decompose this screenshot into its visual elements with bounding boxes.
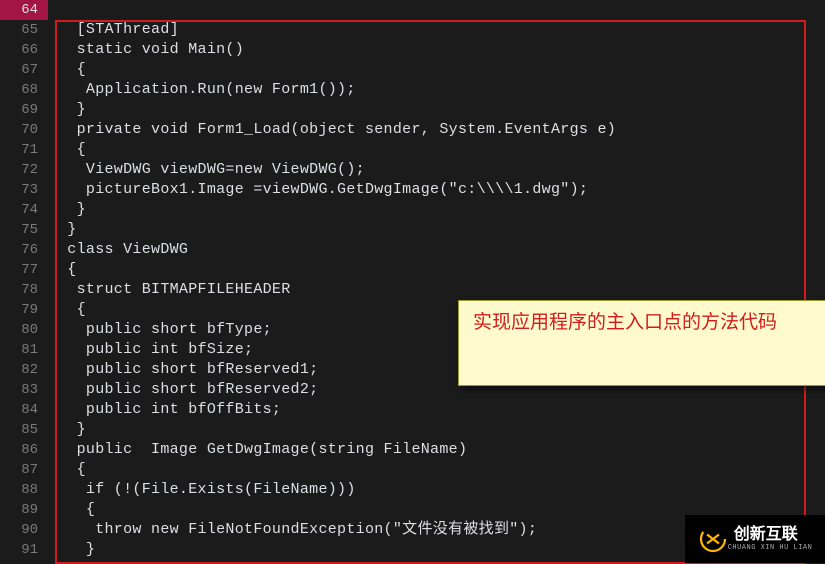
code-line[interactable]: } [48,420,825,440]
brand-logo: 创新互联 CHUANG XIN HU LIAN [685,515,825,563]
line-number: 78 [0,280,48,300]
code-line[interactable]: { [48,260,825,280]
code-line[interactable]: Application.Run(new Form1()); [48,80,825,100]
logo-icon [698,524,728,554]
code-content-area[interactable]: [STAThread] static void Main() { Applica… [48,0,825,563]
line-number-gutter: 6465666768697071727374757677787980818283… [0,0,48,563]
code-line[interactable]: [STAThread] [48,20,825,40]
code-line[interactable]: class ViewDWG [48,240,825,260]
line-number: 70 [0,120,48,140]
line-number: 81 [0,340,48,360]
line-number: 83 [0,380,48,400]
line-number: 72 [0,160,48,180]
line-number: 80 [0,320,48,340]
line-number: 69 [0,100,48,120]
line-number: 90 [0,520,48,540]
line-number: 64 [0,0,48,20]
code-line[interactable]: } [48,100,825,120]
line-number: 73 [0,180,48,200]
code-line[interactable]: ViewDWG viewDWG=new ViewDWG(); [48,160,825,180]
line-number: 91 [0,540,48,560]
line-number: 88 [0,480,48,500]
code-line[interactable]: private void Form1_Load(object sender, S… [48,120,825,140]
line-number: 71 [0,140,48,160]
line-number: 76 [0,240,48,260]
logo-text-main: 创新互联 [734,526,798,543]
code-line[interactable]: public int bfOffBits; [48,400,825,420]
code-line[interactable]: static void Main() [48,40,825,60]
line-number: 68 [0,80,48,100]
line-number: 89 [0,500,48,520]
line-number: 86 [0,440,48,460]
code-line[interactable]: struct BITMAPFILEHEADER [48,280,825,300]
line-number: 85 [0,420,48,440]
code-line[interactable]: if (!(File.Exists(FileName))) [48,480,825,500]
line-number: 84 [0,400,48,420]
code-editor: 6465666768697071727374757677787980818283… [0,0,825,563]
line-number: 75 [0,220,48,240]
line-number: 74 [0,200,48,220]
annotation-box: 实现应用程序的主入口点的方法代码 [458,300,825,386]
code-line[interactable]: } [48,200,825,220]
code-line[interactable]: public Image GetDwgImage(string FileName… [48,440,825,460]
line-number: 79 [0,300,48,320]
line-number: 87 [0,460,48,480]
line-number: 66 [0,40,48,60]
code-line[interactable]: { [48,140,825,160]
logo-text-sub: CHUANG XIN HU LIAN [728,544,813,552]
line-number: 67 [0,60,48,80]
code-line[interactable] [48,0,825,20]
annotation-text: 实现应用程序的主入口点的方法代码 [473,312,777,333]
line-number: 65 [0,20,48,40]
code-line[interactable]: pictureBox1.Image =viewDWG.GetDwgImage("… [48,180,825,200]
code-line[interactable]: } [48,220,825,240]
code-line[interactable]: { [48,60,825,80]
line-number: 77 [0,260,48,280]
line-number: 82 [0,360,48,380]
code-line[interactable]: { [48,460,825,480]
